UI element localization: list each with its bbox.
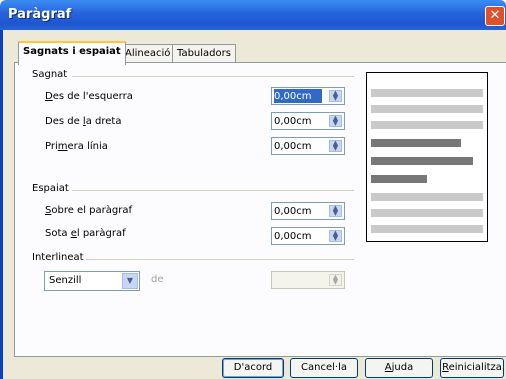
line-spacing-select[interactable]: Senzill ▼ bbox=[44, 271, 140, 291]
cancel-button[interactable]: Cancel·la bbox=[290, 358, 358, 378]
line-spacing-value: Senzill bbox=[49, 275, 82, 286]
preview-line bbox=[371, 139, 461, 147]
preview-line bbox=[371, 225, 483, 233]
group-heading-sagnat: Sagnat bbox=[32, 69, 68, 80]
chevron-down-icon[interactable]: ▼ bbox=[122, 273, 138, 289]
label-primera-linia: Primera línia bbox=[45, 141, 108, 152]
title-bar: Paràgraf ✕ bbox=[0, 0, 506, 30]
tab-label: Tabuladors bbox=[177, 48, 231, 59]
spin-updown-icon: ▲ ▼ bbox=[329, 274, 342, 286]
group-divider bbox=[72, 190, 354, 191]
indent-right-input[interactable] bbox=[274, 114, 322, 128]
tab-label: Sagnats i espaiat bbox=[23, 46, 121, 57]
group-divider bbox=[86, 259, 354, 260]
line-spacing-value-field[interactable]: ▲ ▼ bbox=[271, 271, 345, 289]
spacing-above-input[interactable] bbox=[274, 204, 322, 218]
tab-alineacio[interactable]: Alineació bbox=[120, 44, 176, 63]
indent-first-line-field[interactable]: ▲▼ bbox=[271, 137, 345, 155]
window-border bbox=[0, 30, 3, 379]
spacing-below-input[interactable] bbox=[274, 229, 322, 243]
indent-right-field[interactable]: ▲▼ bbox=[271, 112, 345, 130]
spacing-above-field[interactable]: ▲▼ bbox=[271, 202, 345, 220]
spin-updown-icon[interactable]: ▲ ▼ bbox=[329, 230, 342, 242]
line-spacing-value-input[interactable] bbox=[274, 273, 322, 287]
preview-line bbox=[371, 209, 483, 217]
preview-line bbox=[371, 157, 473, 165]
reset-button[interactable]: Reinicialitza bbox=[440, 358, 504, 378]
tab-tabuladors[interactable]: Tabuladors bbox=[172, 44, 236, 63]
group-heading-espaiat: Espaiat bbox=[32, 183, 69, 194]
preview-line bbox=[371, 121, 483, 129]
spacing-below-field[interactable]: ▲▼ bbox=[271, 227, 345, 245]
spin-updown-icon[interactable]: ▲ ▼ bbox=[329, 90, 342, 102]
label-de: de bbox=[151, 274, 164, 285]
label-des-esquerra: Des de l'esquerra bbox=[45, 91, 133, 102]
preview-line bbox=[371, 89, 483, 97]
group-heading-interlineat: Interlineat bbox=[32, 252, 84, 263]
spin-updown-icon[interactable]: ▲ ▼ bbox=[329, 205, 342, 217]
indent-first-line-input[interactable] bbox=[274, 139, 322, 153]
label-des-dreta: Des de la dreta bbox=[45, 116, 122, 127]
preview-line bbox=[371, 105, 483, 113]
indent-left-field[interactable]: ▲▼ bbox=[271, 87, 345, 105]
close-icon[interactable]: ✕ bbox=[485, 6, 505, 26]
spin-updown-icon[interactable]: ▲ ▼ bbox=[329, 140, 342, 152]
label-sobre-paragraf: Sobre el paràgraf bbox=[45, 205, 132, 216]
window-title: Paràgraf bbox=[8, 7, 72, 22]
label-sota-paragraf: Sota el paràgraf bbox=[45, 228, 126, 239]
preview-line bbox=[371, 193, 483, 201]
tab-sagnats-espaiat[interactable]: Sagnats i espaiat bbox=[18, 41, 126, 65]
ok-button[interactable]: D'acord bbox=[222, 358, 284, 378]
help-button[interactable]: Ajuda bbox=[365, 358, 433, 378]
group-divider bbox=[72, 76, 354, 77]
preview-line bbox=[371, 175, 427, 183]
paragraph-preview bbox=[366, 72, 488, 242]
tab-label: Alineació bbox=[125, 48, 171, 59]
spin-updown-icon[interactable]: ▲ ▼ bbox=[329, 115, 342, 127]
indent-left-input[interactable] bbox=[274, 89, 322, 103]
